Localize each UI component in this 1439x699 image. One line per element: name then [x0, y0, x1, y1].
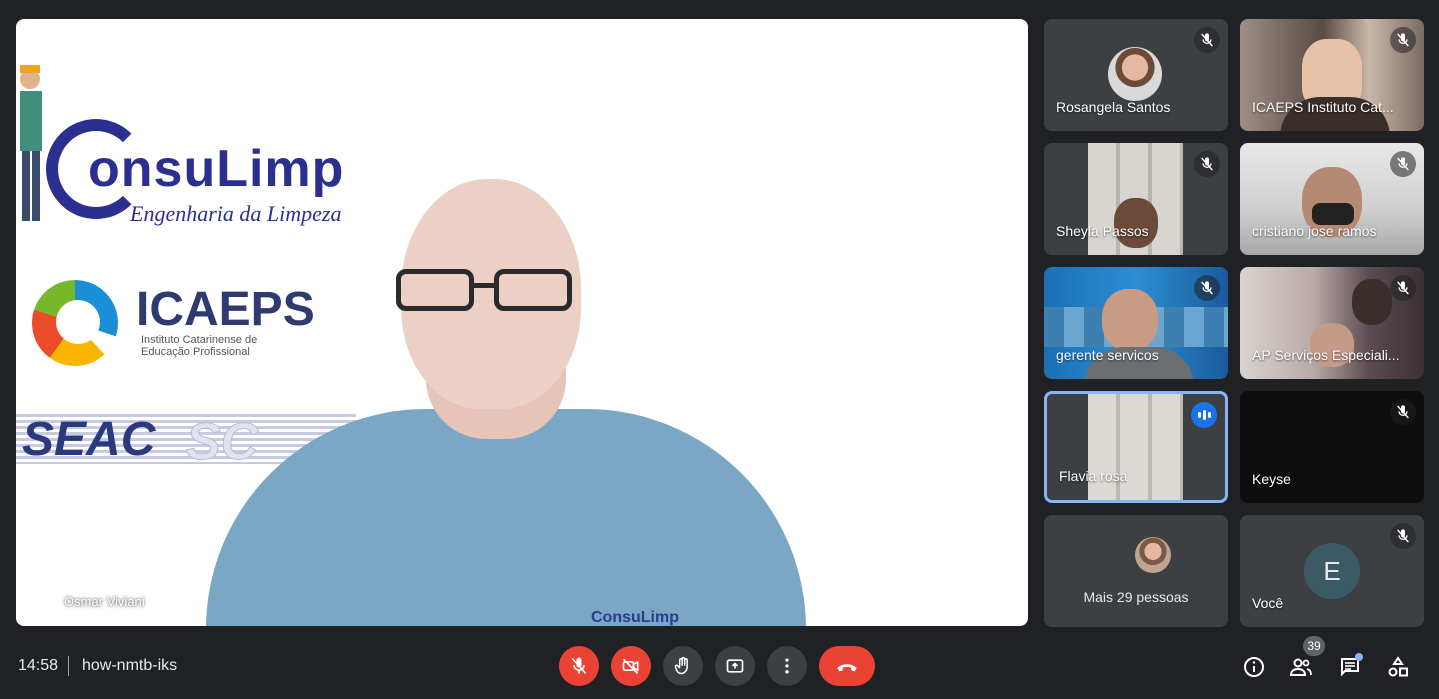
participant-tile-speaking[interactable]: Flavia rosa — [1044, 391, 1228, 503]
participant-tile[interactable]: Rosangela Santos — [1044, 19, 1228, 131]
participant-tile[interactable]: AP Serviços Especiali... — [1240, 267, 1424, 379]
camera-off-icon — [622, 658, 639, 675]
speaking-indicator-icon — [1191, 402, 1217, 428]
hand-icon — [674, 656, 688, 675]
mic-off-icon — [1390, 151, 1416, 177]
present-icon — [726, 659, 744, 673]
end-call-icon — [837, 664, 857, 672]
participant-count-badge: 39 — [1303, 636, 1325, 656]
participant-name: Flavia rosa — [1059, 468, 1128, 484]
clock: 14:58 — [18, 657, 59, 674]
participants-button[interactable] — [1288, 654, 1314, 680]
shirt-logo: ConsuLimp — [591, 609, 679, 626]
speaker-name-label: Osmar Viviani — [64, 594, 145, 609]
camera-toggle-button[interactable] — [611, 646, 651, 686]
meeting-details-button[interactable] — [1241, 654, 1267, 680]
participant-name: Rosangela Santos — [1056, 99, 1171, 115]
participant-tile[interactable]: Keyse — [1240, 391, 1424, 503]
more-vert-icon — [785, 658, 789, 674]
people-icon — [1289, 658, 1312, 676]
meeting-code: how-nmtb-iks — [82, 657, 178, 674]
more-participants-tile[interactable]: Mais 29 pessoas — [1044, 515, 1228, 627]
activities-button[interactable] — [1385, 654, 1411, 680]
avatar: E — [1304, 543, 1360, 599]
participant-tile[interactable]: Sheyla Passos — [1044, 143, 1228, 255]
info-icon — [1244, 657, 1264, 677]
control-bar: 14:58 how-nmtb-iks 39 — [0, 636, 1439, 699]
microphone-toggle-button[interactable] — [559, 646, 599, 686]
chat-unread-indicator — [1355, 653, 1363, 661]
avatar — [1135, 537, 1171, 573]
mic-off-icon — [1390, 27, 1416, 53]
participant-name: Sheyla Passos — [1056, 223, 1149, 239]
leave-call-button[interactable] — [819, 646, 875, 686]
shapes-icon — [1388, 656, 1408, 677]
participant-name: AP Serviços Especiali... — [1252, 347, 1400, 363]
mic-off-icon — [1390, 275, 1416, 301]
mic-off-icon — [1390, 523, 1416, 549]
participant-name: Você — [1252, 595, 1284, 611]
participant-name: cristiano jose ramos — [1252, 223, 1377, 239]
mic-off-icon — [1390, 399, 1416, 425]
avatar — [1108, 47, 1162, 101]
present-screen-button[interactable] — [715, 646, 755, 686]
divider — [68, 656, 69, 676]
main-video-stage[interactable]: onsuLimp Engenharia da Limpeza ICAEPS In… — [16, 19, 1028, 626]
participant-name: Keyse — [1252, 471, 1291, 487]
more-options-button[interactable] — [767, 646, 807, 686]
more-participants-label: Mais 29 pessoas — [1083, 589, 1189, 605]
raise-hand-button[interactable] — [663, 646, 703, 686]
mic-off-icon — [1194, 275, 1220, 301]
mic-off-icon — [1194, 151, 1220, 177]
participant-tile[interactable]: gerente servicos — [1044, 267, 1228, 379]
self-tile[interactable]: E Você — [1240, 515, 1424, 627]
speaker-video: ConsuLimp — [166, 179, 826, 626]
participant-name: gerente servicos — [1056, 347, 1159, 363]
seac-text: SEAC — [22, 413, 156, 466]
mic-off-icon — [1194, 27, 1220, 53]
worker-figure-icon — [20, 65, 42, 221]
participant-tile[interactable]: cristiano jose ramos — [1240, 143, 1424, 255]
participant-name: ICAEPS Instituto Cat... — [1252, 99, 1394, 115]
participant-tile[interactable]: ICAEPS Instituto Cat... — [1240, 19, 1424, 131]
mic-off-icon — [571, 657, 587, 675]
